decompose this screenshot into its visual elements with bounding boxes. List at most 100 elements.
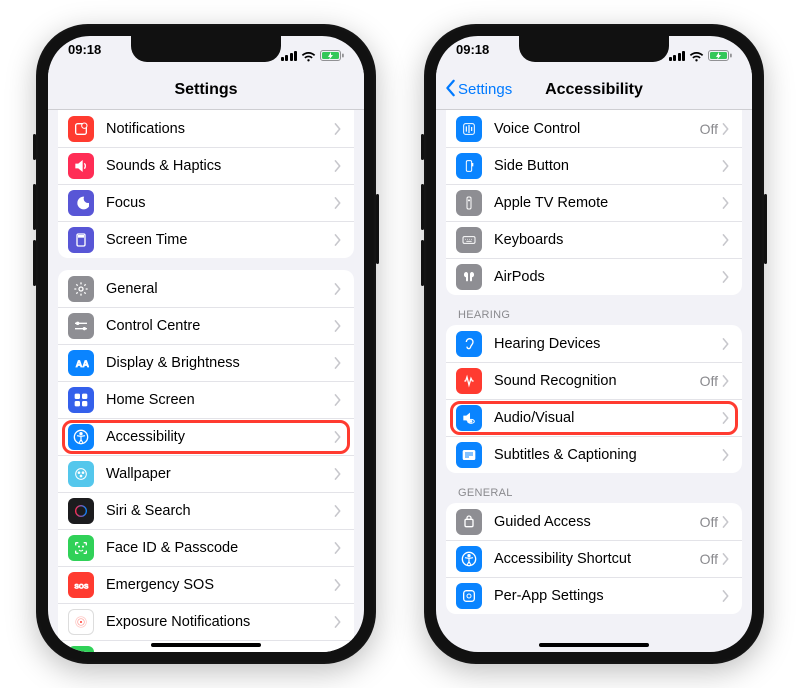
row-subtitles-captioning[interactable]: Subtitles & Captioning [446,436,742,473]
chevron-right-icon [334,468,342,480]
row-home-screen[interactable]: Home Screen [58,381,354,418]
row-label: Screen Time [106,232,334,248]
row-label: Guided Access [494,514,700,530]
home-screen-icon [68,387,94,413]
row-value: Off [700,514,718,530]
row-exposure-notifications[interactable]: Exposure Notifications [58,603,354,640]
accessibility-shortcut-icon [456,546,482,572]
row-label: Display & Brightness [106,355,334,371]
row-label: Side Button [494,158,722,174]
chevron-right-icon [334,616,342,628]
chevron-right-icon [334,357,342,369]
row-sound-recognition[interactable]: Sound RecognitionOff [446,362,742,399]
subtitles-captioning-icon [456,442,482,468]
row-label: Apple TV Remote [494,195,722,211]
row-side-button[interactable]: Side Button [446,147,742,184]
row-keyboards[interactable]: Keyboards [446,221,742,258]
apple-tv-remote-icon [456,190,482,216]
row-faceid-passcode[interactable]: Face ID & Passcode [58,529,354,566]
chevron-left-icon [444,79,458,101]
row-label: Notifications [106,121,334,137]
nav-bar: Settings Accessibility [436,70,752,110]
per-app-settings-icon [456,583,482,609]
hearing-devices-icon [456,331,482,357]
chevron-right-icon [334,320,342,332]
row-label: General [106,281,334,297]
row-control-centre[interactable]: Control Centre [58,307,354,344]
row-emergency-sos[interactable]: SOSEmergency SOS [58,566,354,603]
row-guided-access[interactable]: Guided AccessOff [446,503,742,540]
siri-search-icon [68,498,94,524]
audio-visual-icon [456,405,482,431]
row-apple-tv-remote[interactable]: Apple TV Remote [446,184,742,221]
battery-icon [708,50,732,62]
notifications-icon [68,116,94,142]
settings-list[interactable]: Notifications Sounds & HapticsFocus Screen… [48,110,364,652]
sounds-haptics-icon [68,153,94,179]
accessibility-icon [68,424,94,450]
row-label: Exposure Notifications [106,614,334,630]
row-wallpaper[interactable]: Wallpaper [58,455,354,492]
wallpaper-icon [68,461,94,487]
row-label: Sound Recognition [494,373,700,389]
cellular-icon [669,51,686,61]
chevron-right-icon [334,283,342,295]
row-label: AirPods [494,269,722,285]
row-label: Home Screen [106,392,334,408]
row-value: Off [700,551,718,567]
chevron-right-icon [722,234,730,246]
row-per-app-settings[interactable]: Per-App Settings [446,577,742,614]
row-hearing-devices[interactable]: Hearing Devices [446,325,742,362]
row-audio-visual[interactable]: Audio/Visual [446,399,742,436]
phone-left: 09:18 Settings Notifications Sounds & Hap… [36,24,376,664]
row-label: Accessibility [106,429,334,445]
row-value: Off [700,121,718,137]
control-centre-icon [68,313,94,339]
row-label: Siri & Search [106,503,334,519]
row-notifications[interactable]: Notifications [58,110,354,147]
chevron-right-icon [722,375,730,387]
chevron-right-icon [334,234,342,246]
display-brightness-icon: AA [68,350,94,376]
status-time: 09:18 [68,42,101,70]
airpods-icon [456,264,482,290]
row-display-brightness[interactable]: AA Display & Brightness [58,344,354,381]
chevron-right-icon [334,505,342,517]
battery-icon [320,50,344,62]
chevron-right-icon [722,123,730,135]
side-button-icon [456,153,482,179]
row-sounds-haptics[interactable]: Sounds & Haptics [58,147,354,184]
home-indicator[interactable] [539,643,649,647]
chevron-right-icon [334,197,342,209]
wifi-icon [301,51,316,62]
notch [131,36,281,62]
status-time: 09:18 [456,42,489,70]
page-title: Accessibility [545,81,643,99]
row-label: Voice Control [494,121,700,137]
keyboards-icon [456,227,482,253]
row-accessibility[interactable]: Accessibility [58,418,354,455]
row-label: Accessibility Shortcut [494,551,700,567]
guided-access-icon [456,509,482,535]
chevron-right-icon [334,431,342,443]
row-general[interactable]: General [58,270,354,307]
accessibility-list[interactable]: Voice ControlOffSide ButtonApple TV Remo… [436,110,752,652]
notch [519,36,669,62]
chevron-right-icon [722,449,730,461]
row-label: Keyboards [494,232,722,248]
chevron-right-icon [334,394,342,406]
back-button[interactable]: Settings [444,79,512,101]
voice-control-icon [456,116,482,142]
row-siri-search[interactable]: Siri & Search [58,492,354,529]
chevron-right-icon [722,197,730,209]
home-indicator[interactable] [151,643,261,647]
chevron-right-icon [722,160,730,172]
row-focus[interactable]: Focus [58,184,354,221]
page-title: Settings [174,81,237,99]
row-airpods[interactable]: AirPods [446,258,742,295]
row-value: Off [700,373,718,389]
row-screen-time[interactable]: Screen Time [58,221,354,258]
svg-text:SOS: SOS [74,583,89,590]
row-accessibility-shortcut[interactable]: Accessibility ShortcutOff [446,540,742,577]
row-voice-control[interactable]: Voice ControlOff [446,110,742,147]
